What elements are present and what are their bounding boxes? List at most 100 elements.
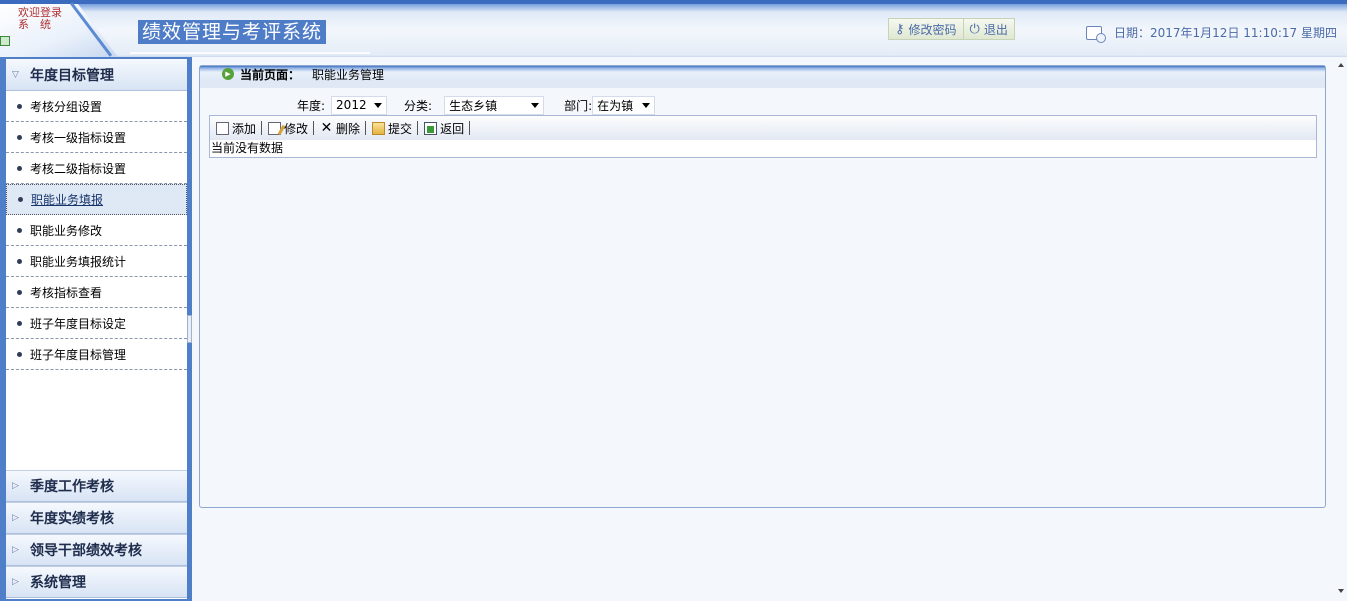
scroll-down-arrow[interactable] — [1338, 589, 1344, 593]
sidebar-item-level1-index[interactable]: 考核一级指标设置 — [6, 122, 187, 153]
chevron-down-icon — [642, 102, 651, 108]
back-label: 返回 — [440, 121, 465, 136]
chevron-down-icon: ▽ — [12, 69, 19, 80]
group-annual-target-label: 年度目标管理 — [30, 67, 114, 84]
sidebar-item-label: 考核指标查看 — [30, 285, 103, 300]
sidebar-item-team-target-manage[interactable]: 班子年度目标管理 — [6, 339, 187, 370]
sidebar-item-business-stats[interactable]: 职能业务填报统计 — [6, 246, 187, 277]
logout-label: 退出 — [983, 22, 1008, 37]
chevron-right-icon: ▷ — [12, 545, 19, 555]
logo-icon — [0, 36, 10, 46]
bullet-icon — [17, 227, 22, 233]
sidebar-item-group-setting[interactable]: 考核分组设置 — [6, 91, 187, 122]
dept-select[interactable]: 在为镇 — [592, 95, 656, 115]
clock-icon — [1086, 25, 1106, 43]
chevron-right-icon: ▷ — [12, 481, 19, 491]
filter-bar: 年度: 2012 分类: 生态乡镇 部门: 在为镇 — [200, 94, 656, 116]
bullet-icon — [18, 197, 23, 202]
sidebar-item-level2-index[interactable]: 考核二级指标设置 — [6, 153, 187, 184]
date-display: 日期：2017年1月12日 11:10:17 星期四 — [1086, 24, 1337, 43]
category-select[interactable]: 生态乡镇 — [444, 95, 545, 115]
header-actions: ⚷ 修改密码 ⏻ 退出 — [888, 18, 1015, 40]
bullet-icon — [17, 165, 22, 171]
sidebar-item-business-edit[interactable]: 职能业务修改 — [6, 215, 187, 246]
sidebar-item-label: 职能业务填报统计 — [30, 254, 127, 269]
sidebar-item-team-target-set[interactable]: 班子年度目标设定 — [6, 308, 187, 339]
folder-icon — [372, 121, 386, 135]
sidebar-item-label: 考核一级指标设置 — [30, 130, 127, 145]
scroll-up-arrow[interactable] — [1338, 63, 1344, 67]
empty-message: 当前没有数据 — [211, 141, 284, 155]
current-page-value: 职能业务管理 — [312, 67, 385, 82]
group-quarterly-review[interactable]: ▷ 季度工作考核 — [6, 470, 187, 502]
back-icon — [424, 121, 438, 135]
play-icon: ▶ — [222, 68, 234, 80]
submit-label: 提交 — [388, 121, 413, 136]
top-header: 欢迎登录 系 统 绩效管理与考评系统 ⚷ 修改密码 ⏻ 退出 日期：2017年1… — [0, 0, 1347, 57]
sidebar-item-label: 职能业务填报 — [31, 193, 104, 207]
chevron-right-icon: ▷ — [12, 513, 19, 523]
year-select[interactable]: 2012 — [331, 95, 388, 115]
dept-select-value: 在为镇 — [597, 98, 634, 113]
breadcrumb: ▶ 当前页面： 职能业务管理 — [200, 66, 1325, 88]
title-underline — [130, 52, 370, 54]
welcome-line-2: 系 统 — [18, 18, 51, 31]
bullet-icon — [17, 320, 22, 326]
delete-icon: ✕ — [320, 119, 333, 136]
chevron-down-icon — [374, 102, 383, 108]
group-system-admin[interactable]: ▷ 系统管理 — [6, 566, 187, 598]
add-button[interactable]: 添加 — [210, 120, 261, 137]
group-annual-performance[interactable]: ▷ 年度实绩考核 — [6, 502, 187, 534]
sidebar-item-label: 班子年度目标管理 — [30, 347, 127, 362]
sidebar: ▽ 年度目标管理 考核分组设置 考核一级指标设置 考核二级指标设置 职能业务填报… — [0, 57, 192, 601]
year-select-value: 2012 — [336, 98, 367, 112]
dept-label: 部门: — [564, 98, 593, 113]
sidebar-menu: ▽ 年度目标管理 考核分组设置 考核一级指标设置 考核二级指标设置 职能业务填报… — [6, 59, 187, 599]
welcome-text: 欢迎登录 系 统 — [18, 7, 68, 31]
key-icon: ⚷ — [895, 21, 905, 37]
edit-label: 修改 — [284, 121, 309, 136]
sidebar-item-label: 考核分组设置 — [30, 99, 103, 114]
sidebar-item-label: 班子年度目标设定 — [30, 316, 127, 331]
category-select-value: 生态乡镇 — [449, 98, 498, 113]
logout-button[interactable]: ⏻ 退出 — [962, 19, 1014, 39]
add-label: 添加 — [232, 121, 257, 136]
sidebar-item-business-fill[interactable]: 职能业务填报 — [6, 184, 187, 215]
bullet-icon — [17, 351, 22, 357]
new-file-icon — [216, 121, 229, 135]
edit-button[interactable]: 修改 — [262, 120, 313, 137]
date-text: 日期：2017年1月12日 11:10:17 星期四 — [1114, 26, 1337, 40]
collapsed-groups: ▷ 季度工作考核 ▷ 年度实绩考核 ▷ 领导干部绩效考核 ▷ 系统管理 — [6, 470, 187, 598]
bullet-icon — [17, 289, 22, 295]
group-leader-review[interactable]: ▷ 领导干部绩效考核 — [6, 534, 187, 566]
current-page-label: 当前页面： — [240, 67, 301, 82]
submit-button[interactable]: 提交 — [366, 120, 417, 137]
edit-icon — [268, 121, 282, 135]
delete-label: 删除 — [336, 121, 361, 136]
sidebar-item-label: 职能业务修改 — [30, 223, 103, 238]
bullet-icon — [17, 258, 22, 264]
bullet-icon — [17, 134, 22, 140]
sidebar-item-index-view[interactable]: 考核指标查看 — [6, 277, 187, 308]
header-top-stripe — [0, 0, 1347, 4]
group-label: 季度工作考核 — [30, 479, 114, 495]
chevron-right-icon: ▷ — [12, 577, 19, 587]
category-label: 分类: — [404, 98, 433, 113]
group-label: 系统管理 — [30, 575, 86, 591]
sidebar-item-label: 考核二级指标设置 — [30, 161, 127, 176]
group-annual-target[interactable]: ▽ 年度目标管理 — [6, 59, 187, 91]
action-toolbar: 添加 修改 ✕ 删除 提交 返回 — [209, 115, 1317, 141]
change-password-label: 修改密码 — [908, 22, 957, 37]
data-grid: 当前没有数据 — [209, 140, 1317, 158]
delete-button[interactable]: ✕ 删除 — [314, 120, 365, 137]
back-button[interactable]: 返回 — [418, 120, 469, 137]
change-password-button[interactable]: ⚷ 修改密码 — [889, 19, 963, 39]
toolbar-divider — [469, 121, 471, 135]
group-label: 年度实绩考核 — [30, 511, 114, 527]
chevron-down-icon — [531, 102, 540, 108]
bullet-icon — [17, 103, 22, 109]
system-title: 绩效管理与考评系统 — [138, 20, 327, 44]
group-label: 领导干部绩效考核 — [30, 543, 142, 559]
power-icon: ⏻ — [969, 21, 980, 37]
main-content: ▶ 当前页面： 职能业务管理 年度: 2012 分类: 生态乡镇 部门: 在为镇 — [192, 57, 1347, 601]
